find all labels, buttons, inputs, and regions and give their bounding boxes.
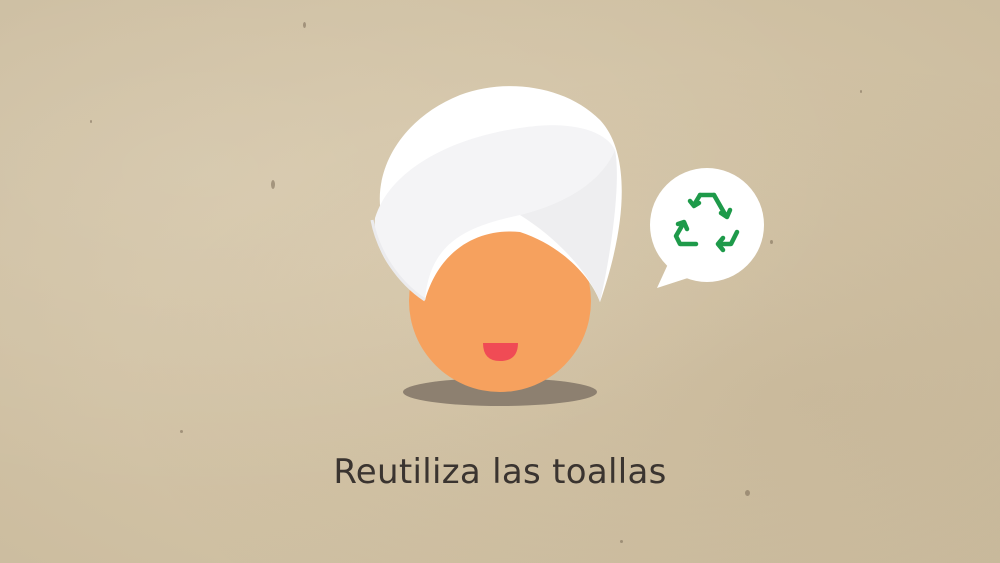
caption-text: Reutiliza las toallas xyxy=(333,452,667,492)
speech-bubble xyxy=(650,168,764,288)
